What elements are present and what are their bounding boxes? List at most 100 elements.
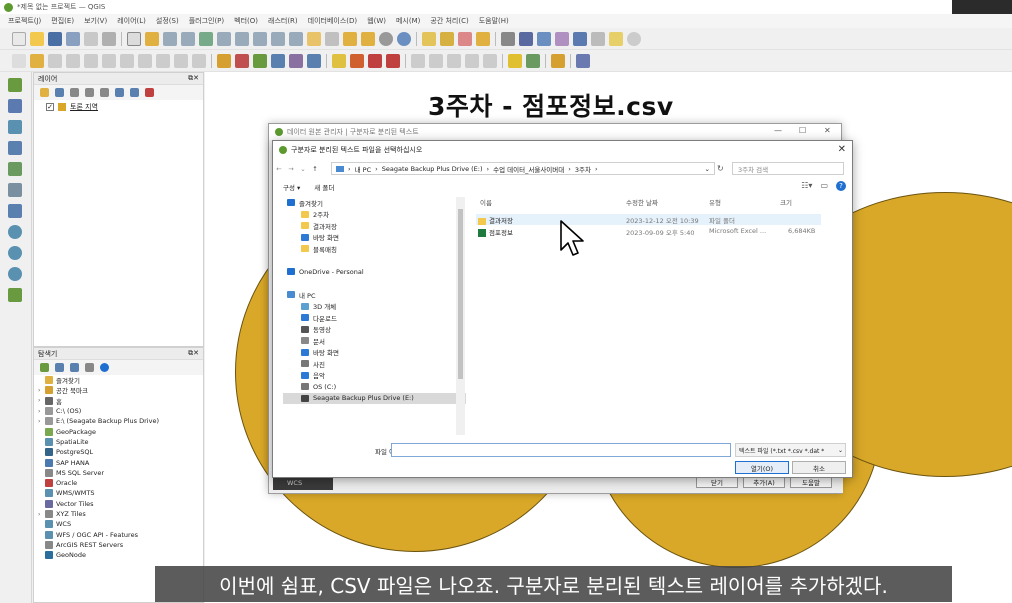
add-delimited-text-icon[interactable] bbox=[307, 53, 321, 68]
settings-gear-icon[interactable] bbox=[537, 31, 551, 46]
add-mesh-layer-icon[interactable] bbox=[8, 120, 22, 134]
menu-processing[interactable]: 공간 처리(C) bbox=[430, 16, 468, 26]
processing-toolbox-icon[interactable] bbox=[551, 53, 565, 68]
nav-item[interactable]: 음악 bbox=[283, 370, 466, 382]
navigation-scrollbar[interactable] bbox=[456, 197, 465, 435]
nav-item[interactable]: 사진 bbox=[283, 358, 466, 370]
pan-icon[interactable] bbox=[127, 31, 141, 46]
organize-button[interactable]: 구성 ▾ bbox=[283, 182, 300, 192]
up-arrow-icon[interactable]: ↑ bbox=[309, 165, 321, 173]
nav-item[interactable]: 바탕 화면 bbox=[283, 232, 466, 244]
browser-item[interactable]: ArcGIS REST Servers bbox=[34, 540, 203, 550]
menu-plugins[interactable]: 플러그인(P) bbox=[189, 16, 224, 26]
nav-item[interactable]: 즐겨찾기 bbox=[283, 197, 466, 209]
remove-layer-icon[interactable] bbox=[145, 88, 154, 97]
cut-features-icon[interactable] bbox=[120, 53, 134, 68]
layer-style-icon[interactable] bbox=[40, 88, 49, 97]
diagram-icon[interactable] bbox=[411, 53, 425, 68]
zoom-next-icon[interactable] bbox=[289, 31, 303, 46]
text-annotation-icon[interactable] bbox=[573, 31, 587, 46]
statistics-icon[interactable] bbox=[519, 31, 533, 46]
layout-manager-icon[interactable] bbox=[102, 31, 116, 46]
breadcrumb-item[interactable]: Seagate Backup Plus Drive (E:) bbox=[382, 165, 483, 173]
zoom-full-icon[interactable] bbox=[199, 31, 213, 46]
menu-edit[interactable]: 편집(E) bbox=[51, 16, 74, 26]
zoom-native-icon[interactable] bbox=[253, 31, 267, 46]
layer-visibility-checkbox[interactable]: ✓ bbox=[46, 103, 54, 111]
collapse-all-icon[interactable] bbox=[130, 88, 139, 97]
column-header-date[interactable]: 수정한 날짜 bbox=[626, 197, 658, 207]
browser-item[interactable]: › 공간 북마크 bbox=[34, 385, 203, 395]
maximize-icon[interactable]: ☐ bbox=[799, 126, 806, 135]
collapse-browser-icon[interactable] bbox=[85, 363, 94, 372]
layer-item[interactable]: ✓ 토론 지역 bbox=[34, 100, 203, 114]
open-button[interactable]: 열기(O) bbox=[735, 461, 789, 474]
add-spatialite-icon[interactable] bbox=[8, 162, 22, 176]
temporal-controller-icon[interactable] bbox=[379, 31, 393, 46]
zoom-out-icon[interactable] bbox=[181, 31, 195, 46]
paste-features-icon[interactable] bbox=[156, 53, 170, 68]
refresh-icon[interactable]: ↻ bbox=[717, 164, 724, 173]
digitize-icon[interactable] bbox=[271, 53, 285, 68]
copy-features-icon[interactable] bbox=[138, 53, 152, 68]
expand-arrow-icon[interactable]: › bbox=[38, 408, 45, 415]
label-properties-icon[interactable] bbox=[465, 53, 479, 68]
filter-expression-icon[interactable] bbox=[100, 88, 109, 97]
file-row[interactable]: 결과저장 2023-12-12 오전 10:39 파일 폴더 bbox=[476, 214, 821, 225]
breadcrumb-item[interactable]: 수업 데이터_서울사이버대 bbox=[493, 164, 564, 174]
measure-icon[interactable] bbox=[501, 31, 515, 46]
browser-item[interactable]: Oracle bbox=[34, 478, 203, 488]
filter-legend-icon[interactable] bbox=[85, 88, 94, 97]
open-attribute-table-icon[interactable] bbox=[476, 31, 490, 46]
vertex-tool-icon[interactable] bbox=[84, 53, 98, 68]
refresh-icon[interactable] bbox=[397, 31, 411, 46]
filter-browser-icon[interactable] bbox=[70, 363, 79, 372]
print-layout-icon[interactable] bbox=[84, 31, 98, 46]
browser-item[interactable]: WCS bbox=[34, 519, 203, 529]
menu-project[interactable]: 프로젝트(J) bbox=[8, 16, 41, 26]
warning-triangle-icon[interactable] bbox=[508, 53, 522, 68]
save-as-icon[interactable] bbox=[66, 31, 80, 46]
browser-item[interactable]: WFS / OGC API - Features bbox=[34, 529, 203, 539]
add-group-icon[interactable] bbox=[55, 88, 64, 97]
nav-item[interactable]: Seagate Backup Plus Drive (E:) bbox=[283, 392, 466, 404]
nav-item[interactable]: OneDrive - Personal bbox=[283, 266, 466, 278]
breadcrumb-item[interactable]: 내 PC bbox=[355, 164, 372, 174]
browser-item[interactable]: PostgreSQL bbox=[34, 447, 203, 457]
browser-item[interactable]: › XYZ Tiles bbox=[34, 509, 203, 519]
plugin-icon[interactable] bbox=[627, 31, 641, 46]
python-console-icon[interactable] bbox=[576, 53, 590, 68]
nav-item[interactable]: 2주차 bbox=[283, 209, 466, 221]
nav-item[interactable]: 문서 bbox=[283, 335, 466, 347]
browser-item[interactable]: › 홈 bbox=[34, 396, 203, 406]
menu-raster[interactable]: 래스터(R) bbox=[268, 16, 298, 26]
zoom-last-icon[interactable] bbox=[271, 31, 285, 46]
pin-label-icon[interactable] bbox=[332, 53, 346, 68]
add-raster-layer-icon[interactable] bbox=[289, 53, 303, 68]
nav-item[interactable]: 다운로드 bbox=[283, 312, 466, 324]
new-3d-view-icon[interactable] bbox=[325, 31, 339, 46]
new-project-icon[interactable] bbox=[12, 31, 26, 46]
identify-icon[interactable] bbox=[422, 31, 436, 46]
add-raster-layer-side-icon[interactable] bbox=[8, 99, 22, 113]
new-map-view-icon[interactable] bbox=[307, 31, 321, 46]
nav-item[interactable]: 내 PC bbox=[283, 289, 466, 301]
nav-item[interactable]: OS (C:) bbox=[283, 381, 466, 393]
breadcrumb[interactable]: › 내 PC › Seagate Backup Plus Drive (E:) … bbox=[331, 162, 715, 175]
menu-help[interactable]: 도움말(H) bbox=[479, 16, 509, 26]
open-project-icon[interactable] bbox=[30, 31, 44, 46]
back-arrow-icon[interactable]: ← bbox=[273, 165, 285, 173]
map-tips-icon[interactable] bbox=[609, 31, 623, 46]
zoom-layer-icon[interactable] bbox=[235, 31, 249, 46]
help-icon[interactable]: ? bbox=[836, 181, 846, 191]
toggle-editing-icon[interactable] bbox=[30, 53, 44, 68]
label-rule-icon[interactable] bbox=[483, 53, 497, 68]
browser-item[interactable]: SpatiaLite bbox=[34, 437, 203, 447]
pan-to-selection-icon[interactable] bbox=[145, 31, 159, 46]
column-header-size[interactable]: 크기 bbox=[780, 197, 792, 207]
browser-item[interactable]: SAP HANA bbox=[34, 457, 203, 467]
refresh-browser-icon[interactable] bbox=[55, 363, 64, 372]
browser-item[interactable]: Vector Tiles bbox=[34, 499, 203, 509]
nav-item[interactable]: 3D 개체 bbox=[283, 301, 466, 313]
delete-selected-icon[interactable] bbox=[102, 53, 116, 68]
